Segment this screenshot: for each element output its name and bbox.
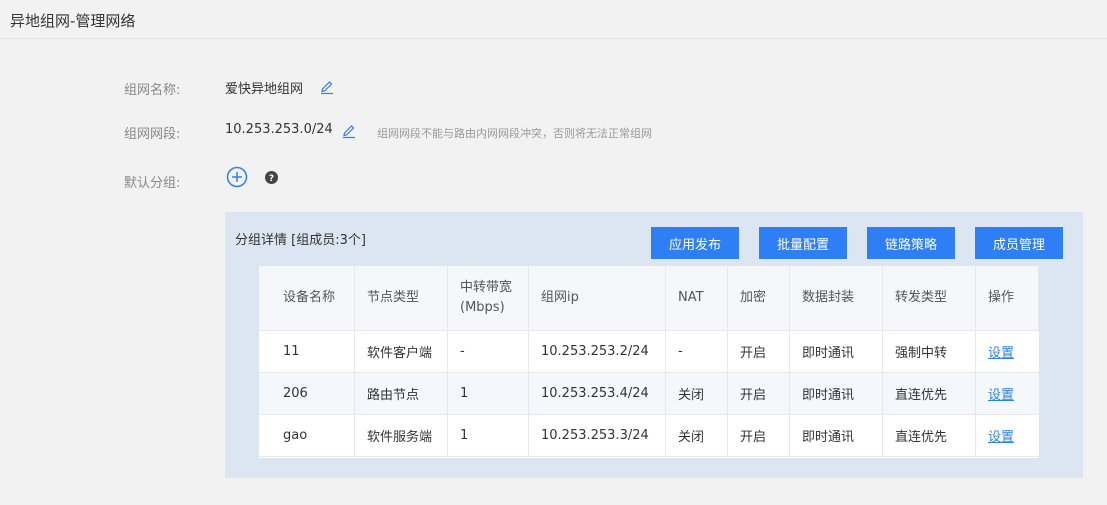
settings-link[interactable]: 设置	[988, 384, 1014, 403]
cell-encryption: 开启	[728, 373, 790, 414]
group-detail-panel: 分组详情 [组成员:3个] 应用发布 批量配置 链路策略 成员管理 设备名称 节…	[225, 212, 1083, 478]
cell-nat: 关闭	[666, 373, 728, 414]
cell-relay-bandwidth: -	[448, 331, 529, 372]
cell-node-type: 软件客户端	[355, 331, 448, 372]
table-row: 11 软件客户端 - 10.253.253.2/24 - 开启 即时通讯 强制中…	[259, 331, 1039, 373]
table-row: gao 软件服务端 1 10.253.253.3/24 关闭 开启 即时通讯 直…	[259, 415, 1039, 457]
header-actions: 操作	[976, 266, 1039, 330]
form-row-name: 组网名称: 爱快异地组网	[0, 75, 1107, 99]
form-row-segment: 组网网段: 10.253.253.0/24 组网网段不能与路由内网网段冲突，否则…	[0, 119, 1107, 143]
cell-nat: -	[666, 331, 728, 372]
link-policy-button[interactable]: 链路策略	[867, 227, 955, 259]
header-forward-type: 转发类型	[883, 266, 976, 330]
batch-config-button[interactable]: 批量配置	[759, 227, 847, 259]
network-segment-value: 10.253.253.0/24	[225, 122, 333, 137]
svg-text:?: ?	[269, 174, 274, 184]
cell-actions: 设置	[976, 373, 1039, 414]
table-header-row: 设备名称 节点类型 中转带宽 (Mbps) 组网ip NAT 加密 数据封装 转…	[259, 266, 1039, 331]
cell-encryption: 开启	[728, 331, 790, 372]
form-row-group: 默认分组: ?	[0, 166, 1107, 191]
page-header: 异地组网-管理网络	[0, 0, 1107, 39]
cell-forward-type: 直连优先	[883, 373, 976, 414]
cell-relay-bandwidth: 1	[448, 373, 529, 414]
cell-node-type: 软件服务端	[355, 415, 448, 456]
members-table: 设备名称 节点类型 中转带宽 (Mbps) 组网ip NAT 加密 数据封装 转…	[259, 266, 1039, 458]
cell-forward-type: 直连优先	[883, 415, 976, 456]
cell-actions: 设置	[976, 415, 1039, 456]
settings-link[interactable]: 设置	[988, 426, 1014, 445]
cell-device-name: 206	[259, 373, 355, 414]
pencil-icon[interactable]	[319, 79, 335, 95]
network-name-value: 爱快异地组网	[225, 82, 304, 97]
cell-network-ip: 10.253.253.2/24	[529, 331, 666, 372]
cell-data-encapsulation: 即时通讯	[790, 415, 883, 456]
header-relay-bandwidth: 中转带宽 (Mbps)	[448, 266, 529, 330]
default-group-label: 默认分组:	[124, 176, 181, 191]
header-relay-bandwidth-unit: (Mbps)	[460, 300, 505, 315]
network-segment-label: 组网网段:	[124, 127, 181, 142]
network-segment-hint: 组网网段不能与路由内网网段冲突，否则将无法正常组网	[377, 127, 652, 140]
header-node-type: 节点类型	[355, 266, 448, 330]
cell-forward-type: 强制中转	[883, 331, 976, 372]
cell-data-encapsulation: 即时通讯	[790, 373, 883, 414]
panel-title: 分组详情 [组成员:3个]	[235, 233, 366, 248]
cell-data-encapsulation: 即时通讯	[790, 331, 883, 372]
cell-encryption: 开启	[728, 415, 790, 456]
cell-device-name: gao	[259, 415, 355, 456]
cell-device-name: 11	[259, 331, 355, 372]
cell-actions: 设置	[976, 331, 1039, 372]
header-nat: NAT	[666, 266, 728, 330]
settings-link[interactable]: 设置	[988, 342, 1014, 361]
header-device-name: 设备名称	[259, 266, 355, 330]
publish-app-button[interactable]: 应用发布	[651, 227, 739, 259]
cell-nat: 关闭	[666, 415, 728, 456]
header-data-encapsulation: 数据封装	[790, 266, 883, 330]
header-relay-bandwidth-label: 中转带宽	[460, 280, 513, 295]
cell-relay-bandwidth: 1	[448, 415, 529, 456]
page-title: 异地组网-管理网络	[10, 12, 136, 30]
plus-circle-icon[interactable]	[226, 166, 248, 188]
question-circle-icon[interactable]: ?	[265, 171, 278, 184]
cell-network-ip: 10.253.253.4/24	[529, 373, 666, 414]
pencil-icon[interactable]	[341, 123, 357, 139]
member-management-button[interactable]: 成员管理	[975, 227, 1063, 259]
table-row: 206 路由节点 1 10.253.253.4/24 关闭 开启 即时通讯 直连…	[259, 373, 1039, 415]
network-name-label: 组网名称:	[124, 83, 181, 98]
cell-node-type: 路由节点	[355, 373, 448, 414]
header-encryption: 加密	[728, 266, 790, 330]
header-network-ip: 组网ip	[529, 266, 666, 330]
cell-network-ip: 10.253.253.3/24	[529, 415, 666, 456]
